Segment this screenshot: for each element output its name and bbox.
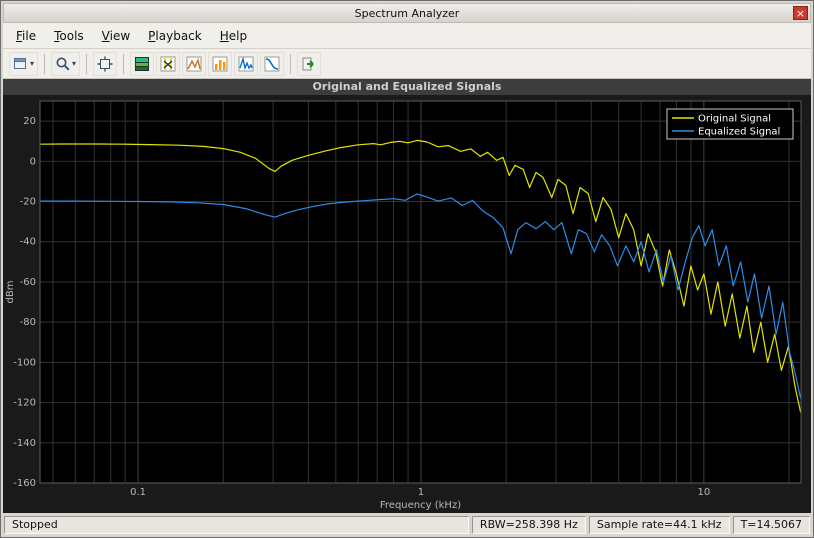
close-button[interactable]: × (793, 6, 808, 20)
app-window: Spectrum Analyzer × File Tools View Play… (0, 0, 814, 538)
menu-help-label: elp (228, 28, 248, 43)
fit-to-view-icon (97, 56, 113, 71)
menu-playback-label: layback (155, 28, 202, 43)
spectrum-display[interactable]: Original and Equalized Signals 20 0 -20 -40… (3, 79, 811, 513)
menu-view[interactable]: View (93, 25, 139, 47)
status-rbw: RBW=258.398 Hz (471, 515, 586, 534)
zoom-icon (56, 57, 70, 71)
toolbar: ▾ ▾ (3, 49, 811, 79)
y-axis-label: dBm (5, 281, 16, 304)
menu-playback[interactable]: Playback (139, 25, 211, 47)
menu-file[interactable]: File (7, 25, 45, 47)
dropdown-arrow-icon: ▾ (30, 59, 35, 68)
peak-finder-icon (186, 56, 202, 71)
distortion-measurements-button[interactable] (234, 51, 259, 76)
x-axis-label: Frequency (kHz) (380, 500, 461, 511)
legend-label: Original Signal (698, 114, 771, 125)
y-tick-label: -120 (13, 398, 36, 409)
distortion-measurements-icon (238, 56, 254, 71)
toolbar-separator (123, 53, 125, 74)
legend-label: Equalized Signal (698, 127, 780, 138)
zoom-button[interactable]: ▾ (51, 51, 81, 76)
y-tick-label: -20 (20, 197, 36, 208)
step-forward-icon (302, 57, 314, 70)
y-tick-label: 20 (23, 116, 36, 127)
peak-finder-button[interactable] (182, 51, 207, 76)
ccdf-measurements-button[interactable] (260, 51, 285, 76)
legend[interactable]: Original Signal Equalized Signal (666, 108, 794, 140)
menu-help[interactable]: Help (211, 25, 256, 47)
toolbar-separator (86, 53, 88, 74)
menu-tools[interactable]: Tools (45, 25, 93, 47)
window-title: Spectrum Analyzer (354, 6, 460, 20)
y-tick-label: -40 (20, 237, 36, 248)
ccdf-measurements-icon (264, 56, 280, 71)
spectrogram-icon (135, 56, 150, 71)
fit-to-view-button[interactable] (93, 51, 118, 76)
y-tick-label: -80 (20, 317, 36, 328)
menu-tools-label: ools (59, 28, 84, 43)
x-tick-label: 10 (697, 487, 710, 498)
toolbar-separator (44, 53, 46, 74)
x-tick-label: 1 (418, 487, 424, 498)
spectrogram-button[interactable] (130, 51, 155, 76)
status-time: T=14.5067 (732, 515, 810, 534)
scope-configuration-button[interactable]: ▾ (9, 51, 39, 76)
plot-title: Original and Equalized Signals (3, 79, 811, 95)
menu-view-accel: V (101, 28, 110, 43)
channel-measurements-button[interactable] (208, 51, 233, 76)
scope-configuration-icon (14, 57, 26, 69)
menu-view-label: iew (109, 28, 131, 43)
y-tick-label: 0 (30, 156, 36, 167)
status-message: Stopped (4, 515, 469, 534)
y-tick-label: -140 (13, 438, 36, 449)
y-tick-label: -160 (13, 478, 36, 489)
y-tick-label: -60 (20, 277, 36, 288)
menu-file-label: ile (22, 28, 37, 43)
menu-help-accel: H (219, 28, 229, 43)
y-tick-label: -100 (13, 357, 36, 368)
cursor-measurements-button[interactable] (156, 51, 181, 76)
status-sample-rate: Sample rate=44.1 kHz (588, 515, 730, 534)
menu-bar: File Tools View Playback Help (3, 23, 811, 49)
toolbar-separator (290, 53, 292, 74)
title-bar[interactable]: Spectrum Analyzer × (3, 3, 811, 23)
dropdown-arrow-icon: ▾ (72, 59, 77, 68)
spectrum-plot[interactable]: 20 0 -20 -40 -60 -80 -100 -120 -140 -160 0.1 1 10 Fre… (3, 95, 811, 513)
status-bar: Stopped RBW=258.398 Hz Sample rate=44.1 … (3, 513, 811, 535)
x-tick-label: 0.1 (130, 487, 146, 498)
cursor-measurements-icon (160, 56, 176, 71)
step-forward-button[interactable] (297, 51, 322, 76)
channel-measurements-icon (212, 56, 228, 71)
